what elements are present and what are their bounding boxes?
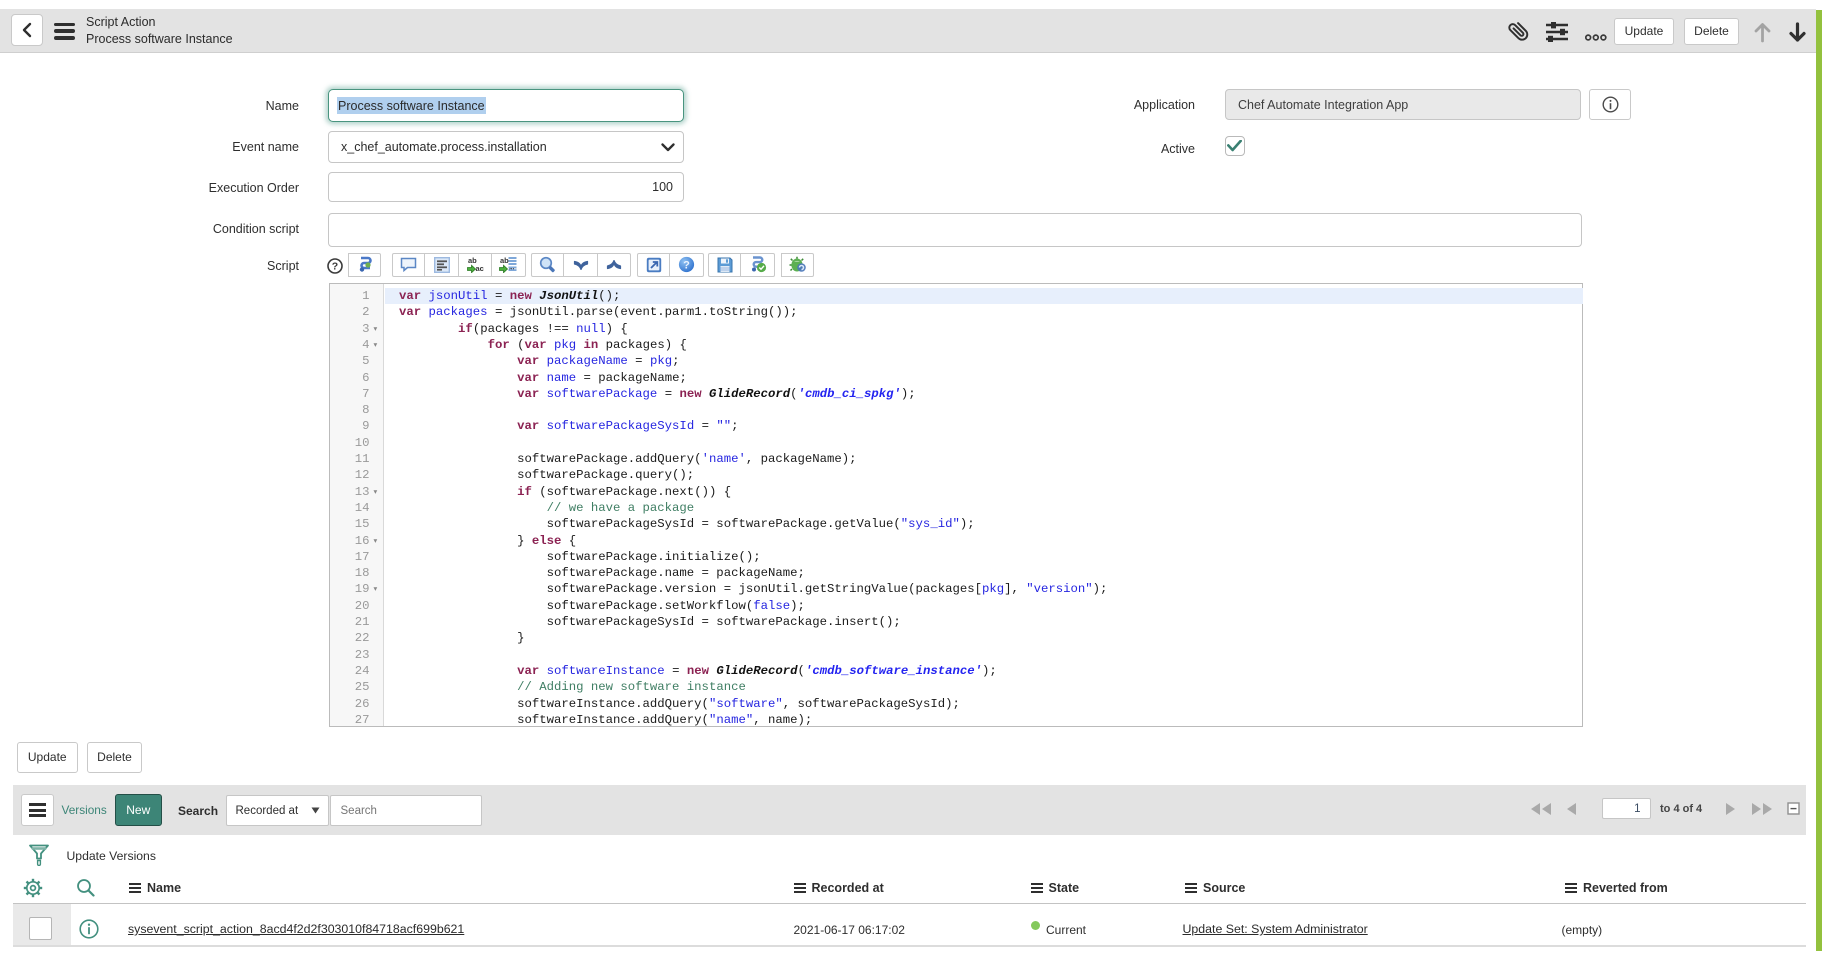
svg-text:ac: ac (509, 264, 517, 273)
svg-text:?: ? (332, 260, 338, 272)
svg-text:ac: ac (475, 264, 483, 273)
svg-text:?: ? (683, 260, 690, 272)
